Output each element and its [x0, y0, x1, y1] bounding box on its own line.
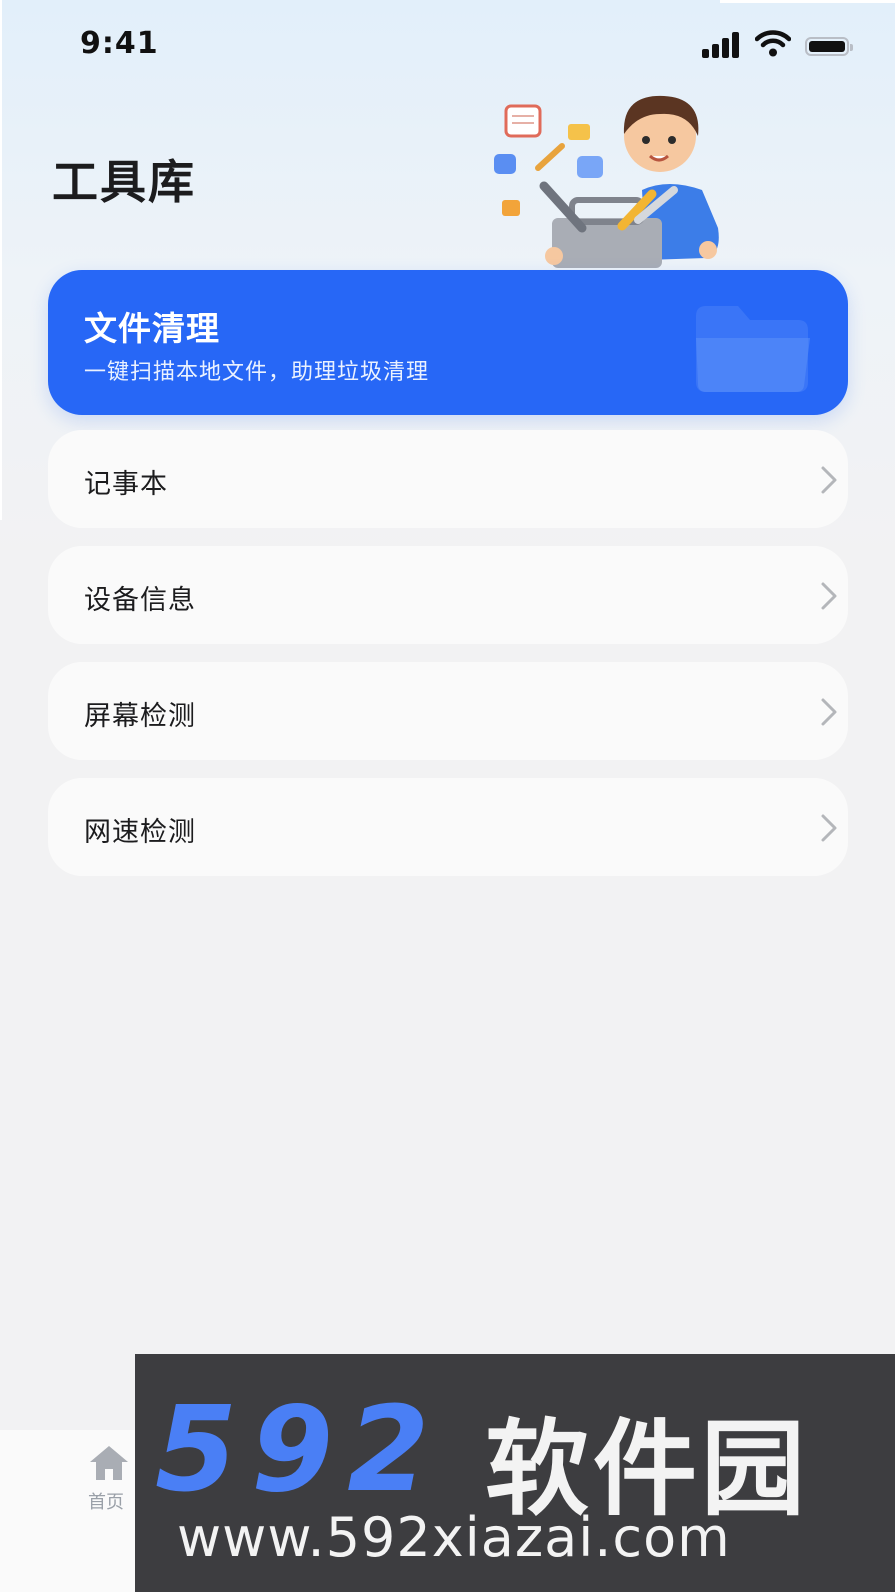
watermark-url: www.592xiazai.com	[177, 1506, 731, 1569]
file-cleanup-title: 文件清理	[84, 309, 220, 348]
tab-home[interactable]: 首页	[88, 1488, 124, 1514]
chevron-right-icon	[821, 582, 837, 610]
file-cleanup-subtitle: 一键扫描本地文件，助理垃圾清理	[84, 360, 430, 385]
menu-item-notepad[interactable]: 记事本	[48, 430, 848, 528]
battery-icon	[805, 37, 853, 56]
menu-item-label: 设备信息	[84, 585, 196, 616]
menu-item-label: 记事本	[84, 469, 168, 500]
wifi-icon	[755, 30, 791, 57]
file-cleanup-card[interactable]: 文件清理 一键扫描本地文件，助理垃圾清理	[48, 270, 848, 415]
menu-item-screen-test[interactable]: 屏幕检测	[48, 662, 848, 760]
folder-icon	[696, 306, 810, 392]
menu-item-label: 网速检测	[84, 817, 196, 848]
watermark-banner: 592 软件园 www.592xiazai.com	[135, 1354, 895, 1592]
page-title: 工具库	[52, 155, 196, 209]
status-time: 9:41	[80, 26, 159, 61]
watermark-number: 592	[155, 1380, 444, 1518]
chevron-right-icon	[821, 814, 837, 842]
status-bar: 9:41	[0, 0, 895, 90]
chevron-right-icon	[821, 698, 837, 726]
menu-item-speed-test[interactable]: 网速检测	[48, 778, 848, 876]
menu-item-device-info[interactable]: 设备信息	[48, 546, 848, 644]
menu-item-label: 屏幕检测	[84, 701, 196, 732]
chevron-right-icon	[821, 466, 837, 494]
cellular-signal-icon	[702, 30, 744, 58]
home-icon[interactable]	[86, 1442, 132, 1482]
tool-library-screen: 9:41 工具库 文件清理 一键扫描本地文件，助理垃圾清理 记事本 设备信息 屏…	[0, 0, 895, 1592]
boy-with-toolbox-illustration	[494, 95, 719, 268]
